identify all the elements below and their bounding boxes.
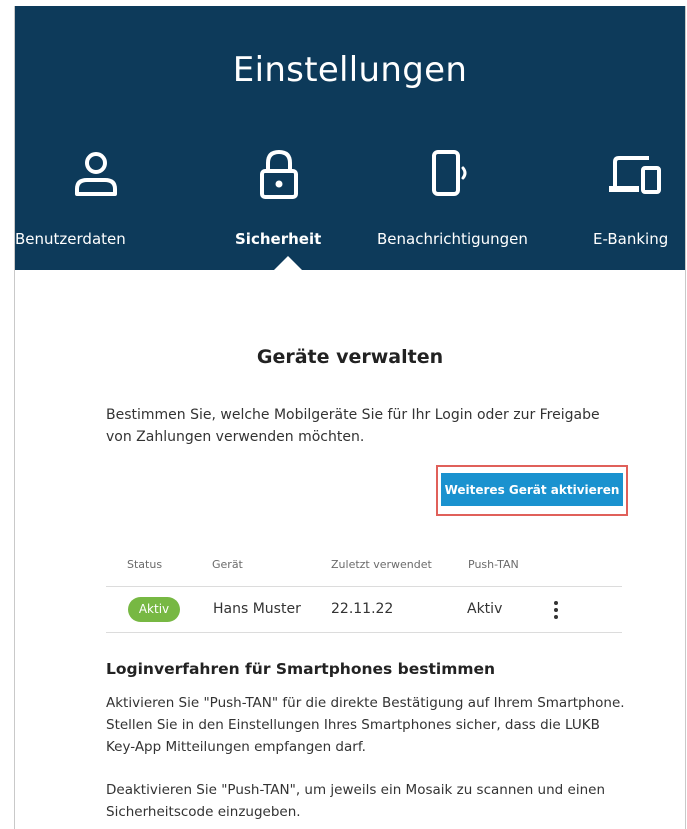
tab-label: Benachrichtigungen (377, 230, 528, 248)
push-tan-status: Aktiv (467, 601, 503, 617)
settings-panel: Einstellungen Benutzerdaten Sicherheit B… (14, 6, 686, 829)
push-tan-deactivate-text: Deaktivieren Sie "Push-TAN", um jeweils … (106, 782, 605, 820)
section-title: Geräte verwalten (256, 346, 444, 368)
login-methods-title: Loginverfahren für Smartphones bestimmen (106, 660, 496, 678)
tab-sicherheit[interactable]: Sicherheit (225, 149, 335, 260)
tab-label: E-Banking (593, 230, 669, 248)
phone-notification-icon (432, 150, 472, 202)
table-divider (106, 632, 622, 633)
tab-benutzerdaten[interactable]: Benutzerdaten (15, 150, 155, 260)
tab-label: Sicherheit (235, 230, 322, 248)
settings-header: Einstellungen Benutzerdaten Sicherheit B… (15, 6, 685, 271)
activate-device-button[interactable]: Weiteres Gerät aktivieren (441, 473, 623, 506)
lock-icon (259, 149, 299, 204)
page-title: Einstellungen (232, 50, 468, 90)
push-tan-activate-text: Aktivieren Sie "Push-TAN" für die direkt… (106, 695, 625, 755)
status-badge: Aktiv (128, 597, 180, 622)
column-header-device: Gerät (212, 558, 243, 571)
tab-label: Benutzerdaten (15, 230, 126, 248)
column-header-last-used: Zuletzt verwendet (331, 558, 432, 571)
tab-e-banking[interactable]: E-Banking (593, 150, 685, 260)
last-used-date: 22.11.22 (331, 601, 394, 617)
active-tab-indicator (273, 256, 303, 271)
devices-icon (607, 150, 665, 202)
table-divider (106, 586, 622, 587)
device-name: Hans Muster (213, 601, 301, 617)
column-header-status: Status (127, 558, 163, 571)
more-options-icon[interactable] (553, 601, 559, 619)
intro-text: Bestimmen Sie, welche Mobilgeräte Sie fü… (106, 407, 600, 445)
column-header-push-tan: Push-TAN (468, 558, 519, 571)
user-icon (73, 150, 119, 202)
tab-benachrichtigungen[interactable]: Benachrichtigungen (377, 150, 537, 260)
